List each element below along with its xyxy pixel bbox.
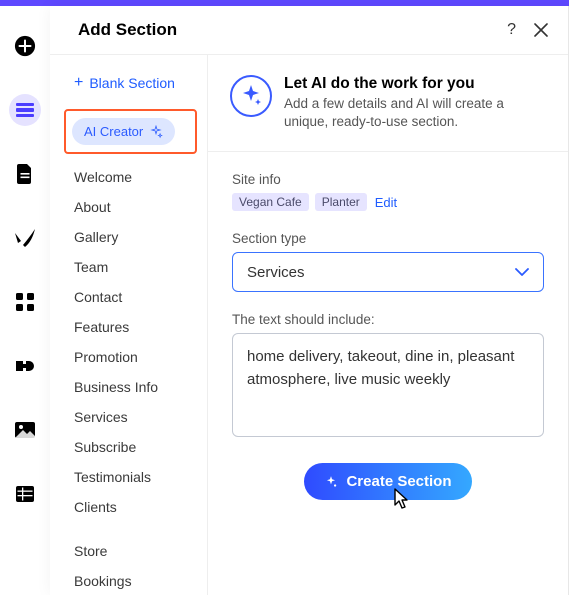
close-icon[interactable] <box>534 23 548 37</box>
data-icon[interactable] <box>9 478 41 510</box>
text-include-label: The text should include: <box>232 312 544 327</box>
site-info-chip: Vegan Cafe <box>232 193 309 211</box>
ai-creator-label: AI Creator <box>84 124 143 139</box>
create-section-button[interactable]: Create Section <box>304 463 471 500</box>
ai-intro-title: Let AI do the work for you <box>284 75 546 93</box>
add-section-panel: Add Section ? + Blank Section AI Creator <box>50 6 569 595</box>
text-include-input[interactable]: home delivery, takeout, dine in, pleasan… <box>232 333 544 437</box>
category-item[interactable]: Welcome <box>64 162 201 192</box>
section-type-select[interactable]: Services <box>232 252 544 292</box>
category-item[interactable]: Team <box>64 252 201 282</box>
design-icon[interactable] <box>9 222 41 254</box>
ai-badge-icon <box>230 75 272 117</box>
integrations-icon[interactable] <box>9 350 41 382</box>
blank-section-link[interactable]: + Blank Section <box>64 69 201 109</box>
category-item[interactable]: Promotion <box>64 342 201 372</box>
ai-creator-tab[interactable]: AI Creator <box>72 118 175 145</box>
image-icon[interactable] <box>9 414 41 446</box>
category-item[interactable]: Services <box>64 402 201 432</box>
text-include-group: The text should include: home delivery, … <box>232 312 544 437</box>
sections-icon[interactable] <box>9 94 41 126</box>
help-icon[interactable]: ? <box>507 21 516 39</box>
site-info-chip: Planter <box>315 193 367 211</box>
ai-form-column: Let AI do the work for you Add a few det… <box>208 55 568 595</box>
blank-section-label: Blank Section <box>89 75 175 91</box>
categories-column: + Blank Section AI Creator WelcomeAboutG… <box>50 55 208 595</box>
category-item[interactable]: Subscribe <box>64 432 201 462</box>
sparkle-icon <box>149 125 163 139</box>
category-item[interactable]: About <box>64 192 201 222</box>
apps-icon[interactable] <box>9 286 41 318</box>
page-icon[interactable] <box>9 158 41 190</box>
add-icon[interactable] <box>9 30 41 62</box>
section-type-label: Section type <box>232 231 544 246</box>
category-item[interactable]: Store <box>64 536 201 566</box>
chevron-down-icon <box>515 268 529 276</box>
category-item[interactable]: Clients <box>64 492 201 522</box>
section-type-group: Section type Services <box>232 231 544 292</box>
category-item[interactable]: Bookings <box>64 566 201 595</box>
ai-creator-highlight: AI Creator <box>64 109 197 154</box>
site-info-group: Site info Vegan Cafe Planter Edit <box>232 172 544 211</box>
edit-site-info-link[interactable]: Edit <box>375 195 397 210</box>
cursor-icon <box>392 487 412 511</box>
category-item[interactable]: Gallery <box>64 222 201 252</box>
category-item[interactable]: Business Info <box>64 372 201 402</box>
tool-rail <box>0 6 50 595</box>
panel-title: Add Section <box>78 20 177 40</box>
section-type-value: Services <box>247 264 305 281</box>
category-item[interactable]: Features <box>64 312 201 342</box>
ai-intro: Let AI do the work for you Add a few det… <box>208 55 568 152</box>
sparkle-icon <box>324 475 338 489</box>
category-item[interactable]: Testimonials <box>64 462 201 492</box>
category-item[interactable]: Contact <box>64 282 201 312</box>
panel-header: Add Section ? <box>50 6 568 55</box>
site-info-label: Site info <box>232 172 544 187</box>
ai-intro-desc: Add a few details and AI will create a u… <box>284 95 546 131</box>
